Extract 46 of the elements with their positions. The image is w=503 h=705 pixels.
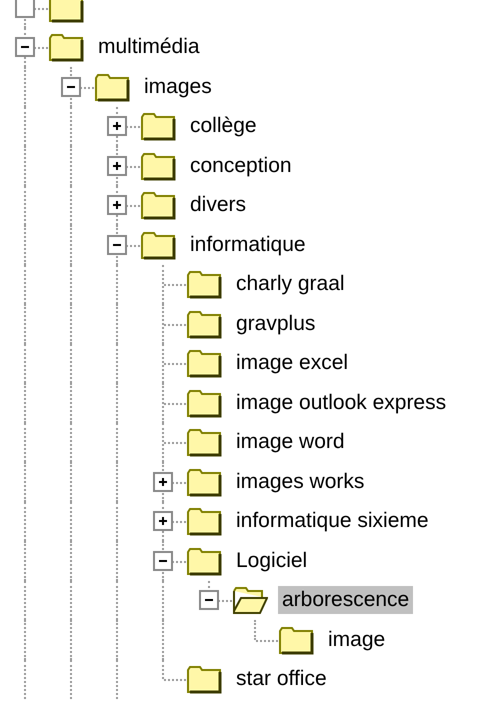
folder-label[interactable]: gravplus bbox=[232, 310, 320, 338]
folder-icon bbox=[186, 664, 222, 694]
folder-icon bbox=[48, 32, 84, 62]
plus-box-icon[interactable] bbox=[153, 511, 173, 532]
plus-box-icon[interactable] bbox=[107, 195, 127, 216]
folder-label[interactable]: image bbox=[324, 626, 390, 654]
folder-icon bbox=[186, 506, 222, 536]
folder-label[interactable]: image word bbox=[232, 428, 349, 456]
folder-label[interactable]: informatique sixieme bbox=[232, 507, 433, 536]
folder-icon bbox=[186, 269, 222, 300]
folder-label[interactable]: charly graal bbox=[232, 270, 349, 298]
expander-box-icon[interactable] bbox=[15, 0, 35, 18]
plus-box-icon[interactable] bbox=[107, 116, 127, 136]
minus-box-icon[interactable] bbox=[199, 590, 219, 610]
open-folder-icon bbox=[232, 585, 268, 616]
folder-icon bbox=[186, 388, 222, 418]
folder-icon bbox=[186, 546, 222, 576]
folder-label[interactable]: images works bbox=[232, 468, 368, 496]
plus-box-icon[interactable] bbox=[153, 472, 173, 492]
plus-box-icon[interactable] bbox=[107, 156, 127, 176]
folder-label[interactable]: multimédia bbox=[94, 33, 204, 62]
folder-label[interactable]: conception bbox=[186, 152, 296, 180]
folder-label[interactable]: image outlook express bbox=[232, 388, 450, 417]
minus-box-icon[interactable] bbox=[61, 76, 81, 97]
folder-icon bbox=[186, 427, 222, 458]
minus-box-icon[interactable] bbox=[107, 234, 127, 255]
folder-icon bbox=[186, 466, 222, 497]
folder-icon bbox=[140, 150, 176, 181]
folder-label[interactable]: arborescence bbox=[278, 586, 414, 614]
folder-label[interactable]: images bbox=[140, 72, 216, 101]
folder-label[interactable]: divers bbox=[186, 191, 250, 220]
folder-icon bbox=[94, 72, 130, 102]
folder-icon bbox=[278, 624, 314, 655]
folder-icon bbox=[140, 111, 176, 142]
folder-label[interactable]: image excel bbox=[232, 349, 352, 378]
folder-icon bbox=[186, 348, 222, 378]
folder-label[interactable]: collège bbox=[186, 112, 261, 140]
folder-icon bbox=[186, 308, 222, 339]
folder-icon bbox=[140, 230, 176, 260]
folder-label[interactable]: Logiciel bbox=[232, 546, 312, 575]
minus-box-icon[interactable] bbox=[15, 37, 35, 58]
folder-label[interactable]: star office bbox=[232, 665, 331, 694]
folder-icon bbox=[140, 190, 176, 220]
folder-icon bbox=[48, 0, 84, 23]
folder-label[interactable]: informatique bbox=[186, 230, 310, 259]
minus-box-icon[interactable] bbox=[153, 550, 173, 571]
